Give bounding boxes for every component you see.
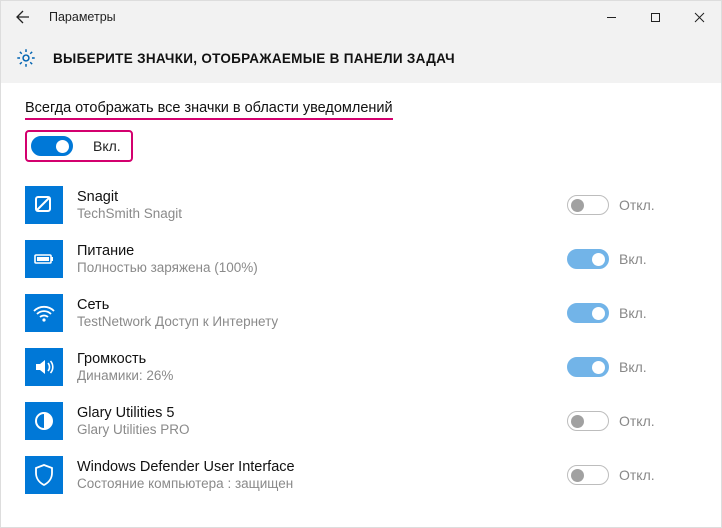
master-toggle-label: Всегда отображать все значки в области у… [25,100,393,120]
minimize-button[interactable] [589,1,633,33]
app-toggle-state: Откл. [619,467,655,483]
app-toggle-group: Вкл. [567,249,697,269]
app-toggle-state: Вкл. [619,305,647,321]
app-row: СетьTestNetwork Доступ к Интернету Вкл. [25,288,697,342]
app-text: ПитаниеПолностью заряжена (100%) [77,243,567,275]
master-toggle-highlight: Вкл. [25,130,133,162]
app-row: ГромкостьДинамики: 26% Вкл. [25,342,697,396]
app-toggle-group: Откл. [567,465,697,485]
app-row: SnagitTechSmith Snagit Откл. [25,180,697,234]
wifi-icon [25,294,63,332]
app-list: SnagitTechSmith Snagit Откл. ПитаниеПолнос… [25,180,697,504]
page-title: ВЫБЕРИТЕ ЗНАЧКИ, ОТОБРАЖАЕМЫЕ В ПАНЕЛИ З… [53,51,455,66]
page-header: ВЫБЕРИТЕ ЗНАЧКИ, ОТОБРАЖАЕМЫЕ В ПАНЕЛИ З… [1,33,721,83]
app-text: SnagitTechSmith Snagit [77,189,567,221]
app-toggle[interactable] [567,465,609,485]
master-toggle-state: Вкл. [93,138,121,154]
app-subtitle: Состояние компьютера : защищен [77,476,567,491]
app-toggle-group: Вкл. [567,357,697,377]
app-row: Windows Defender User InterfaceСостояние… [25,450,697,504]
app-toggle[interactable] [567,249,609,269]
app-toggle[interactable] [567,411,609,431]
app-name: Питание [77,243,567,259]
window-controls [589,1,721,33]
battery-icon [25,240,63,278]
content: Всегда отображать все значки в области у… [1,83,721,504]
app-text: Windows Defender User InterfaceСостояние… [77,459,567,491]
app-row: Glary Utilities 5Glary Utilities PRO Откл… [25,396,697,450]
app-toggle[interactable] [567,357,609,377]
defender-icon [25,456,63,494]
app-subtitle: TechSmith Snagit [77,206,567,221]
app-toggle[interactable] [567,303,609,323]
app-toggle-state: Вкл. [619,359,647,375]
app-toggle-group: Откл. [567,195,697,215]
maximize-button[interactable] [633,1,677,33]
app-toggle-group: Вкл. [567,303,697,323]
master-toggle[interactable] [31,136,73,156]
back-button[interactable] [9,3,37,31]
snagit-icon [25,186,63,224]
app-subtitle: Glary Utilities PRO [77,422,567,437]
app-subtitle: Динамики: 26% [77,368,567,383]
app-subtitle: Полностью заряжена (100%) [77,260,567,275]
app-toggle[interactable] [567,195,609,215]
app-text: Glary Utilities 5Glary Utilities PRO [77,405,567,437]
app-subtitle: TestNetwork Доступ к Интернету [77,314,567,329]
titlebar: Параметры [1,1,721,33]
app-text: ГромкостьДинамики: 26% [77,351,567,383]
app-name: Glary Utilities 5 [77,405,567,421]
app-name: Windows Defender User Interface [77,459,567,475]
gear-icon [15,47,37,69]
window-title: Параметры [49,10,116,24]
app-name: Snagit [77,189,567,205]
app-toggle-state: Откл. [619,413,655,429]
app-toggle-group: Откл. [567,411,697,431]
close-button[interactable] [677,1,721,33]
app-name: Громкость [77,351,567,367]
app-toggle-state: Откл. [619,197,655,213]
app-text: СетьTestNetwork Доступ к Интернету [77,297,567,329]
app-row: ПитаниеПолностью заряжена (100%) Вкл. [25,234,697,288]
app-name: Сеть [77,297,567,313]
volume-icon [25,348,63,386]
app-toggle-state: Вкл. [619,251,647,267]
glary-icon [25,402,63,440]
